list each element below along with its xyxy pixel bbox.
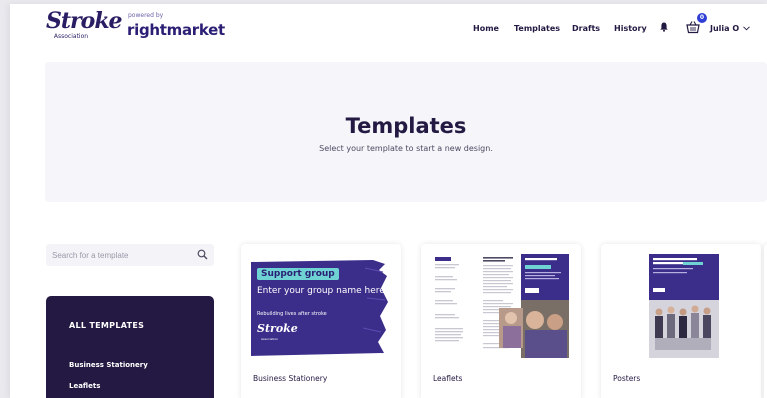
page-subtitle: Select your template to start a new desi… (319, 144, 493, 153)
rightmarket-logo: rightmarket (127, 21, 225, 39)
top-header: Stroke Association powered by rightmarke… (10, 4, 767, 48)
hero-banner: Templates Select your template to start … (45, 62, 767, 202)
card-label: Posters (613, 374, 641, 383)
bell-icon[interactable] (660, 22, 668, 32)
support-group-pill: Support group (257, 268, 339, 280)
leaflet-thumbnail (425, 248, 577, 360)
template-card-business-stationery[interactable]: Support group Enter your group name here… (241, 244, 401, 398)
thumb-stroke-logo: Stroke (257, 322, 298, 335)
search-input[interactable] (52, 248, 192, 262)
category-heading[interactable]: ALL TEMPLATES (69, 321, 144, 330)
page: Stroke Association powered by rightmarke… (10, 4, 767, 398)
page-title: Templates (345, 114, 467, 138)
basket-icon[interactable] (686, 20, 700, 34)
chevron-down-icon (743, 26, 750, 31)
nav-drafts[interactable]: Drafts (572, 24, 600, 33)
powered-by-label: powered by (128, 12, 164, 19)
card-label: Leaflets (433, 374, 463, 383)
nav-templates[interactable]: Templates (514, 24, 560, 33)
search-icon[interactable] (197, 249, 208, 260)
template-thumbnail: Support group Enter your group name here… (245, 248, 397, 360)
template-card-leaflets[interactable]: Leaflets (421, 244, 581, 398)
category-panel: ALL TEMPLATES Business Stationery Leafle… (46, 296, 214, 398)
nav-home[interactable]: Home (473, 24, 499, 33)
group-name-placeholder: Enter your group name here (257, 286, 385, 296)
thumb-logo-sub: Association (261, 337, 279, 341)
user-menu[interactable]: Julia O (710, 24, 750, 33)
category-business-stationery[interactable]: Business Stationery (69, 361, 148, 369)
tagline: Rebuilding lives after stroke (257, 311, 327, 317)
stroke-association-logo[interactable]: Stroke Association (46, 10, 123, 42)
user-name: Julia O (710, 24, 740, 33)
basket-count-badge: 0 (697, 13, 707, 23)
nav-history[interactable]: History (614, 24, 647, 33)
poster-thumbnail (605, 248, 757, 360)
template-search (46, 244, 214, 266)
card-label: Business Stationery (253, 374, 328, 383)
category-leaflets[interactable]: Leaflets (69, 382, 100, 390)
logo-name: Stroke (46, 8, 123, 34)
template-card-posters[interactable]: Posters (601, 244, 761, 398)
logo-sub: Association (53, 33, 89, 40)
